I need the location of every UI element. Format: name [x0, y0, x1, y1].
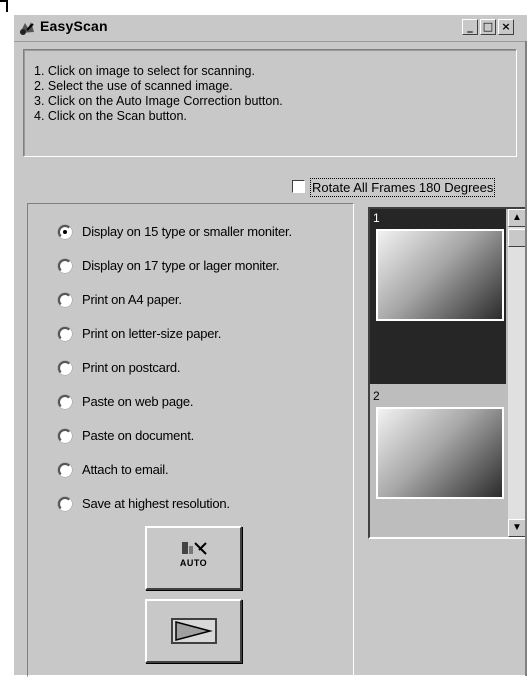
frame-number: 2: [373, 389, 380, 403]
app-icon: [17, 18, 37, 38]
checkbox-box[interactable]: [292, 180, 305, 193]
radio-button[interactable]: [58, 293, 72, 307]
instruction-line: 4. Click on the Scan button.: [34, 109, 187, 123]
radio-button[interactable]: [58, 497, 72, 511]
radio-button[interactable]: [58, 361, 72, 375]
radio-button[interactable]: [58, 395, 72, 409]
scan-button[interactable]: [145, 599, 242, 663]
frame-scrollbar[interactable]: ▲ ▼: [508, 209, 526, 537]
option-label: Paste on web page.: [82, 394, 194, 409]
corner-mark: [0, 0, 8, 12]
radio-button[interactable]: [58, 225, 72, 239]
scroll-thumb[interactable]: [508, 229, 526, 247]
easyscan-window: EasyScan _ □ × 1. Click on image to sele…: [13, 14, 527, 677]
scroll-down-button[interactable]: ▼: [508, 519, 526, 537]
instruction-line: 3. Click on the Auto Image Correction bu…: [34, 94, 283, 108]
option-label: Print on postcard.: [82, 360, 181, 375]
option-label: Display on 17 type or lager moniter.: [82, 258, 280, 273]
window-title: EasyScan: [40, 18, 108, 34]
option-label: Save at highest resolution.: [82, 496, 230, 511]
auto-image-correction-button[interactable]: AUTO: [145, 526, 242, 590]
image-use-options-panel: Display on 15 type or smaller moniter. D…: [27, 203, 354, 677]
instructions-panel: 1. Click on image to select for scanning…: [23, 49, 517, 157]
radio-button[interactable]: [58, 327, 72, 341]
radio-button[interactable]: [58, 429, 72, 443]
option-label: Display on 15 type or smaller moniter.: [82, 224, 292, 239]
option-label: Print on A4 paper.: [82, 292, 182, 307]
minimize-button[interactable]: _: [462, 19, 478, 35]
close-button[interactable]: ×: [498, 19, 514, 35]
frame-number: 1: [373, 211, 380, 225]
frame-thumbnail-list[interactable]: 1 2 ▲ ▼: [368, 207, 527, 539]
title-bar[interactable]: EasyScan _ □ ×: [14, 15, 527, 42]
option-label: Print on letter-size paper.: [82, 326, 222, 341]
auto-label: AUTO: [179, 558, 208, 568]
radio-button[interactable]: [58, 259, 72, 273]
option-label: Paste on document.: [82, 428, 195, 443]
instruction-line: 1. Click on image to select for scanning…: [34, 64, 255, 78]
scroll-up-button[interactable]: ▲: [508, 209, 526, 227]
frame-thumbnail-2[interactable]: [376, 407, 504, 499]
frame-thumbnail-1[interactable]: [376, 229, 504, 321]
radio-button[interactable]: [58, 463, 72, 477]
option-label: Attach to email.: [82, 462, 169, 477]
scan-arrow-icon: [170, 617, 218, 648]
instruction-line: 2. Select the use of scanned image.: [34, 79, 233, 93]
maximize-button[interactable]: □: [480, 19, 496, 35]
rotate-label: Rotate All Frames 180 Degrees: [310, 178, 496, 197]
